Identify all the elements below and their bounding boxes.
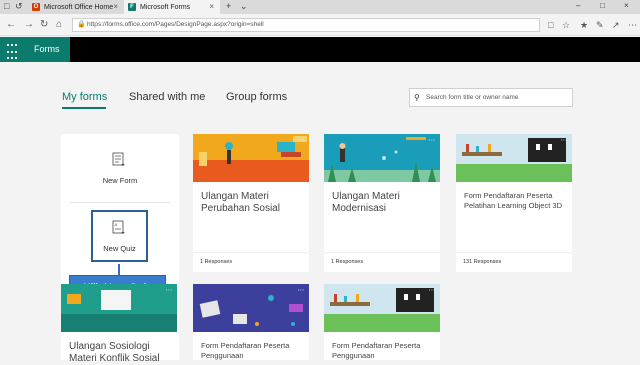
form-card[interactable]: ⋯ Ulangan Materi Modernisasi 1 Responses [324,134,440,272]
tab-label: Microsoft Office Home [44,3,114,11]
card-responses: 1 Responses [331,259,364,265]
lock-icon: 🔒 [77,21,86,28]
more-options-icon[interactable]: ⋯ [429,286,437,294]
new-form-icon [112,152,125,166]
card-thumbnail-image [61,284,177,332]
tab-microsoft-forms[interactable]: F Microsoft Forms × [124,0,220,14]
divider [324,252,440,253]
app-launcher-icon[interactable] [0,37,24,62]
window-close-icon[interactable]: × [624,1,629,10]
card-responses: 131 Responses [463,259,502,265]
more-options-icon[interactable]: ⋯ [166,286,174,294]
tab-back-icon[interactable]: ↺ [15,1,23,12]
back-arrow-icon[interactable]: ← [6,19,16,30]
chevron-down-icon[interactable]: ⌄ [240,1,248,12]
url-field[interactable]: 🔒 https://forms.office.com/Pages/DesignP… [72,18,540,32]
form-card[interactable]: ⋯ Ulangan Sosiologi Materi Konflik Sosia… [61,284,177,364]
card-title: Ulangan Materi Perubahan Sosial [201,191,280,214]
favorites-icon[interactable]: ★ [580,20,588,31]
card-responses: 1 Responses [200,259,233,265]
tab-list-icon[interactable]: □ [4,1,9,11]
new-tab-icon[interactable]: + [226,1,231,11]
tab-office-home[interactable]: O Microsoft Office Home × [28,0,124,14]
card-thumbnail-image [324,284,440,332]
favorite-star-icon[interactable]: ☆ [562,20,570,31]
search-placeholder: Search form title or owner name [426,94,519,101]
search-input[interactable]: ⚲ Search form title or owner name [409,88,573,107]
more-options-icon[interactable]: ⋯ [298,286,306,294]
tab-my-forms[interactable]: My forms [62,91,107,103]
svg-text:A: A [115,222,118,227]
address-bar-row: ← → ↻ ⌂ 🔒 https://forms.office.com/Pages… [0,14,640,36]
new-quiz-label: New Quiz [103,244,136,253]
pen-icon[interactable]: ✎ [596,20,604,31]
card-title: Ulangan Sosiologi Materi Konflik Sosial [69,341,160,364]
app-header: Forms [0,37,640,62]
main-content: My forms Shared with me Group forms ⚲ Se… [0,62,640,364]
search-icon: ⚲ [414,93,420,102]
tab-label: Microsoft Forms [140,3,191,11]
new-quiz-icon: A [112,220,125,234]
app-brand[interactable]: Forms [24,37,70,62]
card-thumbnail-image [324,134,440,182]
more-options-icon[interactable]: ⋯ [561,136,569,144]
tab-shared-with-me[interactable]: Shared with me [129,91,205,103]
more-options-icon[interactable]: ⋯ [429,136,437,144]
form-card[interactable]: ⋯ Form Pendaftaran Peserta Penggunaan [324,284,440,360]
card-thumbnail-image [456,134,572,182]
active-tab-indicator [62,107,106,109]
close-icon[interactable]: × [113,2,118,11]
new-form-button[interactable]: New Form [61,134,179,200]
home-icon[interactable]: ⌂ [56,19,62,30]
new-quiz-button[interactable]: A New Quiz [91,210,148,262]
form-card[interactable]: ⋯ Ulangan Materi Perubahan Sosial 1 Resp… [193,134,309,272]
office-favicon-icon: O [32,3,40,11]
share-icon[interactable]: ↗ [612,20,620,31]
more-options-icon[interactable]: ⋯ [298,136,306,144]
divider [193,252,309,253]
divider [69,202,171,203]
url-text: https://forms.office.com/Pages/DesignPag… [87,21,264,28]
reading-view-icon[interactable]: □ [548,20,553,30]
forward-arrow-icon[interactable]: → [24,19,34,30]
card-title: Form Pendaftaran Peserta Penggunaan [201,341,290,360]
card-title: Ulangan Materi Modernisasi [332,191,400,214]
minimize-icon[interactable]: – [576,1,580,10]
card-title: Form Pendaftaran Peserta Pelatihan Learn… [464,191,562,210]
browser-tab-bar: □ ↺ O Microsoft Office Home × F Microsof… [0,0,640,14]
more-icon[interactable]: ⋯ [628,20,637,31]
refresh-icon[interactable]: ↻ [40,19,48,30]
maximize-icon[interactable]: □ [600,1,605,10]
form-card[interactable]: ⋯ Form Pendaftaran Peserta Penggunaan [193,284,309,360]
close-icon[interactable]: × [209,2,214,11]
divider [456,252,572,253]
form-card[interactable]: ⋯ Form Pendaftaran Peserta Pelatihan Lea… [456,134,572,272]
new-form-label: New Form [102,176,138,185]
card-title: Form Pendaftaran Peserta Penggunaan [332,341,421,360]
card-thumbnail-image [193,134,309,182]
card-thumbnail-image [193,284,309,332]
forms-favicon-icon: F [128,3,136,11]
tab-group-forms[interactable]: Group forms [226,91,287,103]
